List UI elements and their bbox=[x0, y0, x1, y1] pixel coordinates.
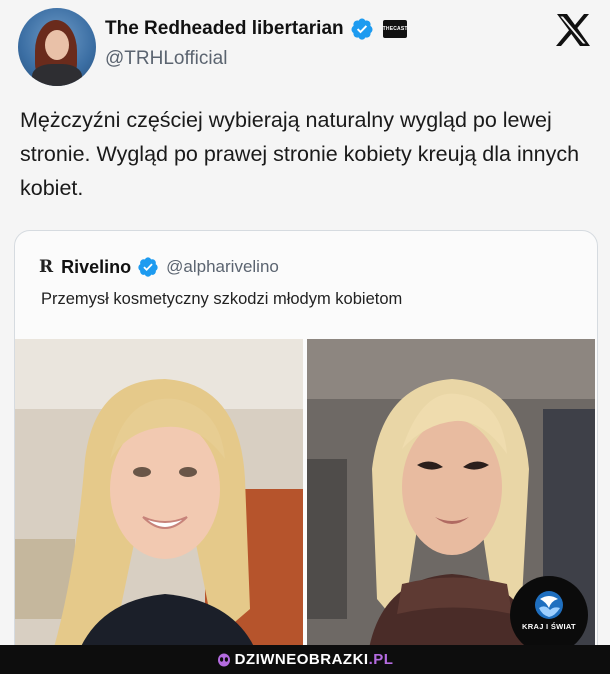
quoted-author-row: R Rivelino @alpharivelino bbox=[39, 255, 279, 279]
post-text: Mężczyźni częściej wybierają naturalny w… bbox=[20, 108, 580, 200]
author-row: The Redheaded libertarian THECAST bbox=[105, 15, 407, 43]
globe-icon bbox=[535, 591, 563, 619]
quoted-post-text: Przemysł kosmetyczny szkodzi młodym kobi… bbox=[41, 290, 403, 308]
quoted-post[interactable]: R Rivelino @alpharivelino Przemysł kosme… bbox=[14, 230, 598, 662]
quoted-author-logo: R bbox=[39, 257, 53, 277]
quoted-author-name[interactable]: Rivelino bbox=[61, 257, 131, 278]
site-name-main: DZIWNEOBRAZKI bbox=[234, 651, 369, 668]
quoted-author-handle[interactable]: @alpharivelino bbox=[166, 257, 279, 277]
author-handle[interactable]: @TRHLofficial bbox=[105, 48, 227, 70]
verified-badge-icon bbox=[138, 257, 158, 277]
site-footer[interactable]: DZIWNEOBRAZKI.PL bbox=[0, 645, 610, 674]
affiliate-badge[interactable]: THECAST bbox=[382, 20, 407, 38]
watermark-logo: KRAJ I ŚWIAT bbox=[510, 576, 588, 654]
author-name[interactable]: The Redheaded libertarian bbox=[105, 18, 344, 40]
site-name-tld: .PL bbox=[368, 651, 394, 668]
author-avatar[interactable] bbox=[18, 8, 96, 86]
site-name[interactable]: DZIWNEOBRAZKI.PL bbox=[235, 651, 394, 668]
x-logo-icon bbox=[556, 14, 590, 46]
alien-icon bbox=[217, 653, 230, 666]
post: The Redheaded libertarian THECAST @TRHLo… bbox=[0, 0, 610, 662]
verified-badge-icon bbox=[351, 18, 373, 40]
watermark-text: KRAJ I ŚWIAT bbox=[522, 622, 576, 631]
photo-natural-look[interactable] bbox=[15, 339, 303, 661]
